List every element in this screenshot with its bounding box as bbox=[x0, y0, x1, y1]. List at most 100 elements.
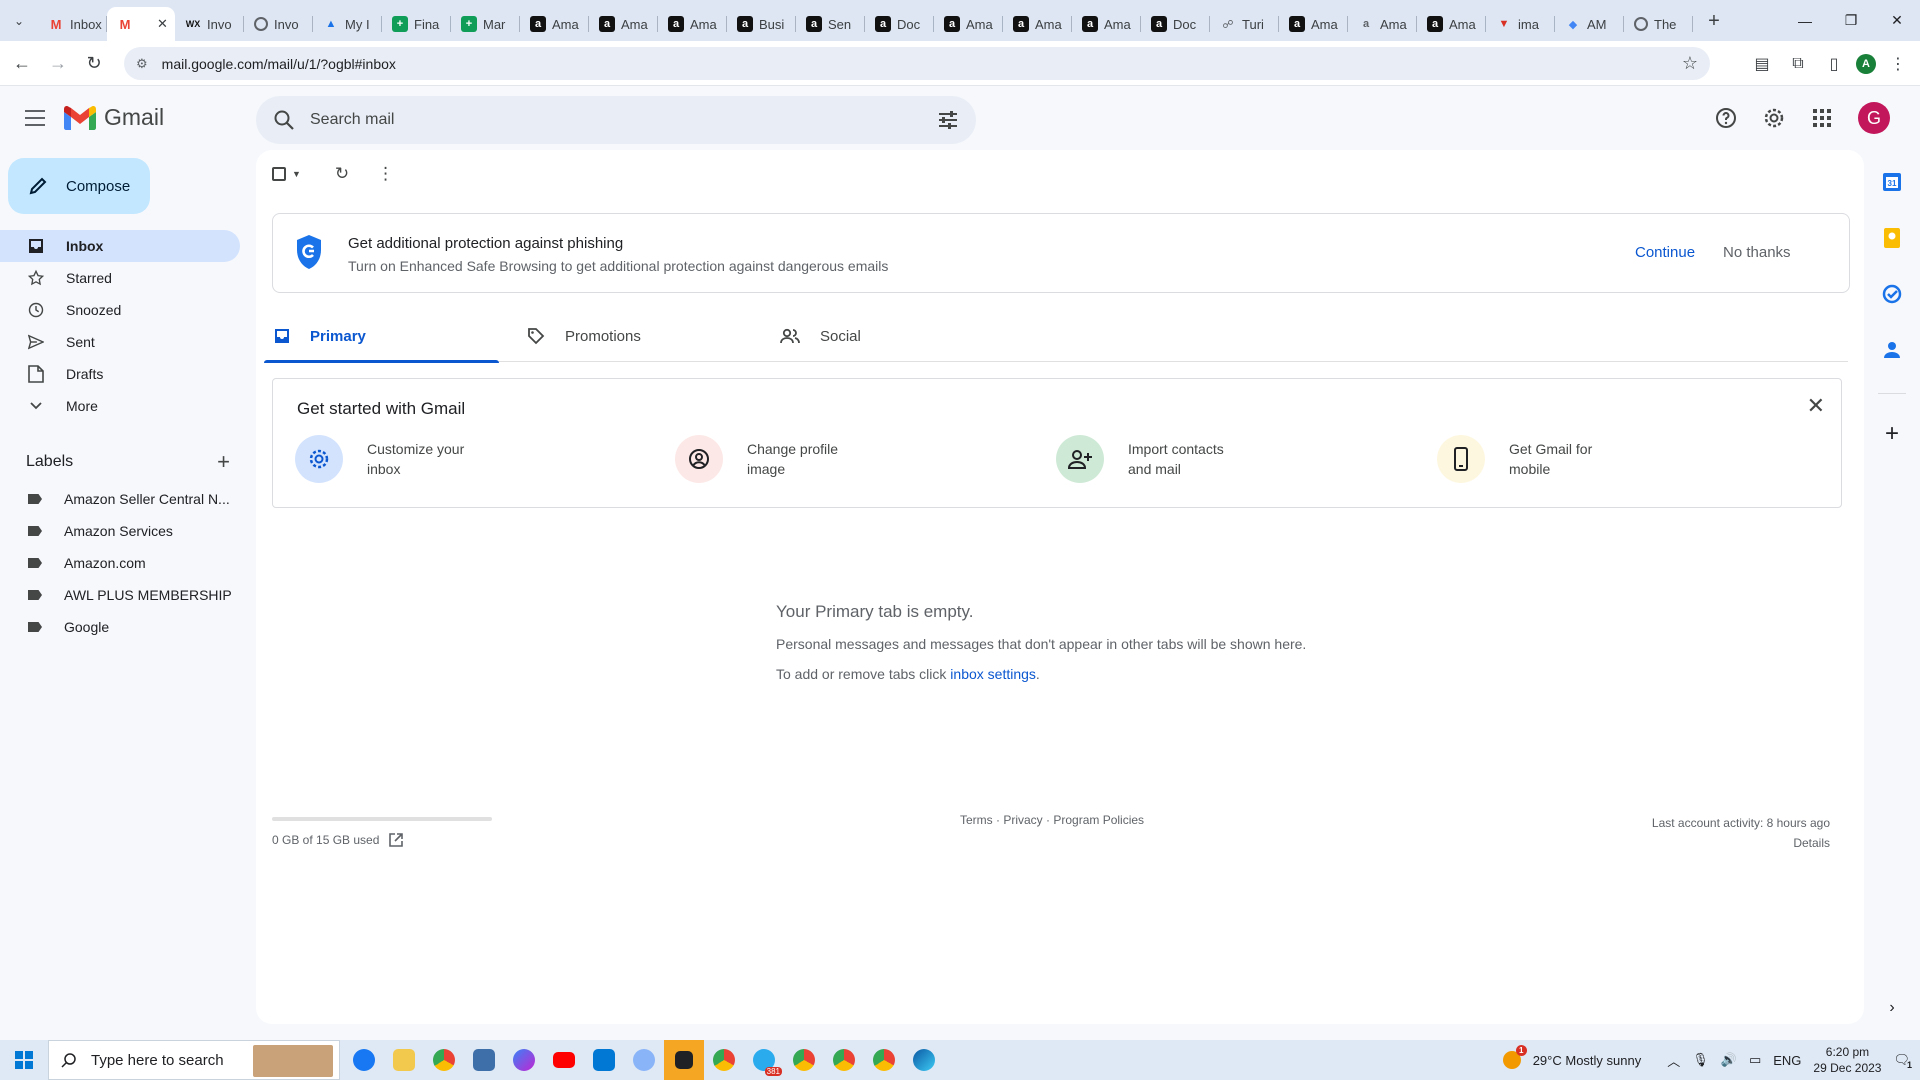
restore-button[interactable]: ❐ bbox=[1828, 0, 1874, 41]
browser-tab[interactable]: a Ama bbox=[1072, 7, 1141, 41]
chrome-profile-3-icon[interactable] bbox=[824, 1040, 864, 1080]
browser-profile-avatar[interactable]: A bbox=[1856, 53, 1876, 74]
tray-overflow-icon[interactable]: ︿ bbox=[1667, 1051, 1680, 1070]
browser-tab[interactable]: a Ama bbox=[589, 7, 658, 41]
calendar-icon[interactable]: 31 bbox=[1880, 170, 1904, 194]
browser-tab[interactable]: ▲ My I bbox=[313, 7, 382, 41]
contacts-icon[interactable] bbox=[1880, 338, 1904, 362]
search-icon[interactable] bbox=[272, 108, 296, 132]
tab-search-button[interactable]: ⌄ bbox=[0, 0, 38, 41]
browser-tab[interactable]: ◆ AM bbox=[1555, 7, 1624, 41]
close-window-button[interactable]: ✕ bbox=[1874, 0, 1920, 41]
label-item[interactable]: Amazon.com bbox=[0, 547, 240, 579]
nav-item-more[interactable]: More bbox=[0, 390, 240, 422]
open-in-new-icon[interactable] bbox=[389, 833, 404, 847]
browser-tab[interactable]: ▼ ima bbox=[1486, 7, 1555, 41]
label-item[interactable]: Amazon Seller Central N... bbox=[0, 483, 240, 515]
volume-icon[interactable]: 🔊 bbox=[1721, 1052, 1737, 1068]
site-info-icon[interactable]: ⚙ bbox=[136, 56, 148, 72]
chevron-right-icon[interactable]: › bbox=[1880, 996, 1904, 1020]
browser-tab[interactable]: M Inbox bbox=[38, 7, 107, 41]
edge-icon[interactable] bbox=[904, 1040, 944, 1080]
nav-item-inbox[interactable]: Inbox bbox=[0, 230, 240, 262]
change-profile-image-item[interactable]: Change profile image bbox=[675, 435, 867, 483]
browser-tab[interactable]: M ✕ bbox=[107, 7, 175, 41]
nav-item-sent[interactable]: Sent bbox=[0, 326, 240, 358]
main-menu-icon[interactable] bbox=[22, 106, 48, 130]
select-dropdown-icon[interactable]: ▼ bbox=[292, 169, 301, 179]
label-item[interactable]: Amazon Services bbox=[0, 515, 240, 547]
browser-tab[interactable]: + Mar bbox=[451, 7, 520, 41]
nav-item-starred[interactable]: Starred bbox=[0, 262, 240, 294]
bookmark-star-icon[interactable]: ☆ bbox=[1682, 53, 1698, 74]
browser-tab[interactable]: a Doc bbox=[1141, 7, 1210, 41]
browser-tab[interactable]: a Ama bbox=[1417, 7, 1486, 41]
browser-tab[interactable]: + Fina bbox=[382, 7, 451, 41]
extensions-icon[interactable]: ⧉ bbox=[1784, 50, 1812, 78]
calculator-icon[interactable] bbox=[464, 1040, 504, 1080]
tab-primary[interactable]: Primary bbox=[264, 310, 499, 363]
sticky-notes-icon[interactable] bbox=[664, 1040, 704, 1080]
search-bar[interactable] bbox=[256, 96, 976, 144]
address-bar[interactable]: ⚙ mail.google.com/mail/u/1/?ogbl#inbox ☆ bbox=[124, 47, 1710, 80]
customize-inbox-item[interactable]: Customize your inbox bbox=[295, 435, 487, 483]
close-get-started-button[interactable]: ✕ bbox=[1807, 393, 1825, 419]
chrome-profile-1-icon[interactable] bbox=[704, 1040, 744, 1080]
add-addon-icon[interactable]: + bbox=[1880, 420, 1904, 447]
browser-tab[interactable]: a Ama bbox=[520, 7, 589, 41]
browser-tab[interactable]: a Doc bbox=[865, 7, 934, 41]
chrome-profile-2-icon[interactable] bbox=[784, 1040, 824, 1080]
notifications-icon[interactable]: 🗨 1 bbox=[1893, 1052, 1912, 1070]
network-icon[interactable]: ▭ bbox=[1749, 1052, 1761, 1068]
google-apps-button[interactable] bbox=[1802, 98, 1842, 138]
import-contacts-item[interactable]: Import contacts and mail bbox=[1056, 435, 1248, 483]
browser-tab[interactable]: Invo bbox=[244, 7, 313, 41]
copilot-icon[interactable] bbox=[504, 1040, 544, 1080]
nav-item-snoozed[interactable]: Snoozed bbox=[0, 294, 240, 326]
gmail-logo[interactable]: Gmail bbox=[64, 104, 164, 131]
browser-tab[interactable]: a Busi bbox=[727, 7, 796, 41]
browser-tab[interactable]: a Ama bbox=[1348, 7, 1417, 41]
store-icon[interactable] bbox=[584, 1040, 624, 1080]
details-link[interactable]: Details bbox=[1652, 833, 1830, 853]
search-options-icon[interactable] bbox=[936, 108, 960, 132]
select-all-checkbox[interactable] bbox=[272, 167, 286, 181]
gmail-mobile-item[interactable]: Get Gmail for mobile bbox=[1437, 435, 1629, 483]
continue-button[interactable]: Continue bbox=[1635, 244, 1695, 261]
inbox-settings-link[interactable]: inbox settings bbox=[950, 666, 1036, 682]
create-label-button[interactable]: + bbox=[217, 449, 230, 475]
new-tab-button[interactable]: + bbox=[1697, 5, 1731, 39]
language-indicator[interactable]: ENG bbox=[1773, 1053, 1801, 1068]
browser-tab[interactable]: a Sen bbox=[796, 7, 865, 41]
keep-icon[interactable] bbox=[1880, 226, 1904, 250]
account-avatar[interactable]: G bbox=[1858, 102, 1890, 134]
back-button[interactable]: ← bbox=[4, 45, 40, 81]
taskbar-search[interactable]: Type here to search bbox=[48, 1040, 340, 1080]
chrome-app-icon[interactable] bbox=[424, 1040, 464, 1080]
facebook-app-icon[interactable] bbox=[344, 1040, 384, 1080]
support-button[interactable] bbox=[1706, 98, 1746, 138]
minimize-button[interactable]: — bbox=[1782, 0, 1828, 41]
snipping-tool-icon[interactable] bbox=[624, 1040, 664, 1080]
tab-promotions[interactable]: Promotions bbox=[517, 310, 752, 362]
browser-tab[interactable]: a Ama bbox=[1279, 7, 1348, 41]
label-item[interactable]: Google bbox=[0, 611, 240, 643]
search-input[interactable] bbox=[310, 111, 890, 129]
weather-icon[interactable]: 1 bbox=[1502, 1045, 1527, 1069]
privacy-link[interactable]: Privacy bbox=[1003, 813, 1042, 827]
telegram-icon[interactable]: 381 bbox=[744, 1040, 784, 1080]
browser-tab[interactable]: a Ama bbox=[934, 7, 1003, 41]
browser-menu-icon[interactable]: ⋮ bbox=[1884, 50, 1912, 78]
program-policies-link[interactable]: Program Policies bbox=[1053, 813, 1144, 827]
side-panel-icon[interactable]: ▯ bbox=[1820, 50, 1848, 78]
tab-social[interactable]: Social bbox=[770, 310, 1005, 362]
compose-button[interactable]: Compose bbox=[8, 158, 150, 214]
forward-button[interactable]: → bbox=[40, 45, 76, 81]
nav-item-drafts[interactable]: Drafts bbox=[0, 358, 240, 390]
browser-tab[interactable]: a Ama bbox=[1003, 7, 1072, 41]
close-tab-icon[interactable]: ✕ bbox=[157, 16, 168, 32]
terms-link[interactable]: Terms bbox=[960, 813, 993, 827]
browser-tab[interactable]: WX Invo bbox=[175, 7, 244, 41]
settings-button[interactable] bbox=[1754, 98, 1794, 138]
more-options-icon[interactable]: ⋮ bbox=[377, 164, 394, 184]
